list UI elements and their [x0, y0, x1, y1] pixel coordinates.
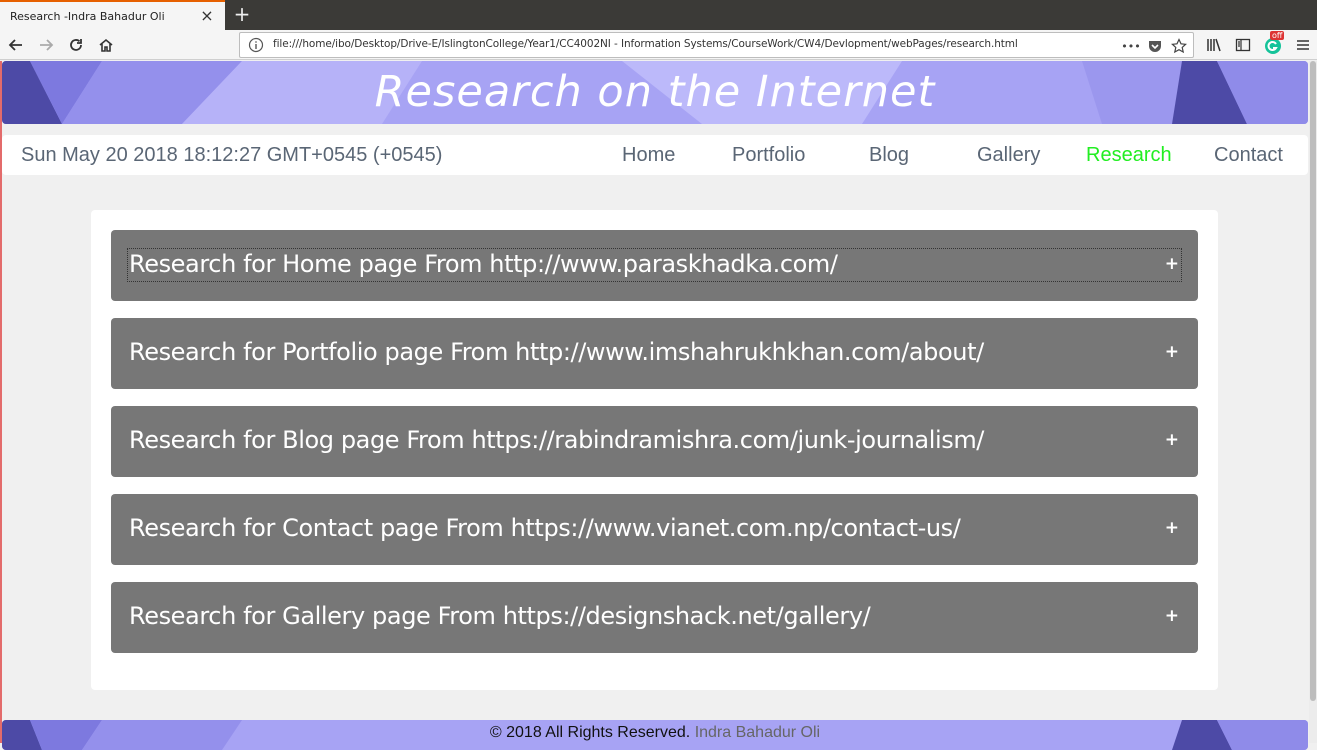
copyright-text: © 2018 All Rights Reserved. [489, 724, 691, 741]
reload-icon [70, 39, 82, 51]
expand-plus-icon[interactable]: + [1165, 430, 1179, 450]
bookmark-star-icon[interactable] [1170, 37, 1188, 55]
expand-plus-icon[interactable]: + [1165, 518, 1179, 538]
pocket-icon[interactable] [1146, 37, 1164, 55]
hamburger-icon [1297, 40, 1309, 50]
menu-button[interactable] [1292, 34, 1314, 56]
page-scrollbar[interactable] [1309, 61, 1317, 743]
accordion-item-gallery[interactable]: Research for Gallery page From https://d… [111, 582, 1198, 653]
nav-link-gallery[interactable]: Gallery [977, 144, 1040, 167]
tab-title: Research -Indra Bahadur Oli [10, 9, 165, 23]
nav-link-portfolio[interactable]: Portfolio [732, 144, 805, 167]
extension-off-badge: off [1270, 31, 1285, 40]
accordion-item-home[interactable]: Research for Home page From http://www.p… [111, 230, 1198, 301]
home-icon [99, 38, 113, 52]
nav-link-contact[interactable]: Contact [1214, 144, 1283, 167]
library-icon [1207, 38, 1221, 52]
accordion-title: Research for Contact page From https://w… [129, 514, 961, 542]
accordion-title: Research for Home page From http://www.p… [129, 250, 838, 278]
arrow-right-icon [40, 39, 54, 51]
accordion-item-contact[interactable]: Research for Contact page From https://w… [111, 494, 1198, 565]
browser-toolbar: file:///home/ibo/Desktop/Drive-E/Islingt… [0, 30, 1317, 60]
tab-close-icon[interactable]: × [198, 7, 216, 25]
address-bar[interactable]: file:///home/ibo/Desktop/Drive-E/Islingt… [239, 32, 1194, 58]
accordion-item-portfolio[interactable]: Research for Portfolio page From http://… [111, 318, 1198, 389]
new-tab-button[interactable]: + [231, 3, 253, 25]
accordion-title: Research for Gallery page From https://d… [129, 602, 871, 630]
grammarly-extension-button[interactable]: off [1262, 31, 1285, 56]
nav-link-home[interactable]: Home [622, 144, 675, 167]
page-title: Research on the Internet [374, 67, 936, 117]
home-button[interactable] [95, 34, 117, 56]
sidebar-button[interactable] [1232, 34, 1254, 56]
footer-copyright: © 2018 All Rights Reserved. Indra Bahadu… [2, 724, 1308, 742]
author-link[interactable]: Indra Bahadur Oli [695, 724, 820, 741]
page-viewport: Research on the Internet Sun May 20 2018… [0, 61, 1317, 750]
nav-link-blog[interactable]: Blog [869, 144, 909, 167]
main-nav: Sun May 20 2018 18:12:27 GMT+0545 (+0545… [2, 135, 1308, 175]
info-icon[interactable] [248, 37, 264, 53]
accordion-title: Research for Blog page From https://rabi… [129, 426, 984, 454]
library-button[interactable] [1203, 34, 1225, 56]
arrow-left-icon [8, 39, 22, 51]
expand-plus-icon[interactable]: + [1165, 606, 1179, 626]
reload-button[interactable] [65, 34, 87, 56]
browser-tab-bar: Research -Indra Bahadur Oli × + [0, 0, 1317, 30]
accordion-title: Research for Portfolio page From http://… [129, 338, 984, 366]
research-panel: Research for Home page From http://www.p… [91, 210, 1218, 690]
expand-plus-icon[interactable]: + [1165, 254, 1179, 274]
page-footer: © 2018 All Rights Reserved. Indra Bahadu… [2, 720, 1308, 750]
accordion-item-blog[interactable]: Research for Blog page From https://rabi… [111, 406, 1198, 477]
sidebar-icon [1235, 38, 1251, 52]
header-banner: Research on the Internet [2, 61, 1308, 124]
back-button[interactable] [5, 34, 27, 56]
forward-button[interactable] [35, 34, 57, 56]
browser-tab-active[interactable]: Research -Indra Bahadur Oli × [0, 0, 225, 30]
date-time-display: Sun May 20 2018 18:12:27 GMT+0545 (+0545… [21, 144, 443, 166]
page-actions-icon[interactable]: ••• [1120, 37, 1142, 55]
expand-plus-icon[interactable]: + [1165, 342, 1179, 362]
nav-link-research[interactable]: Research [1086, 144, 1172, 167]
url-text[interactable]: file:///home/ibo/Desktop/Drive-E/Islingt… [273, 38, 1018, 50]
scrollbar-thumb[interactable] [1310, 61, 1316, 701]
